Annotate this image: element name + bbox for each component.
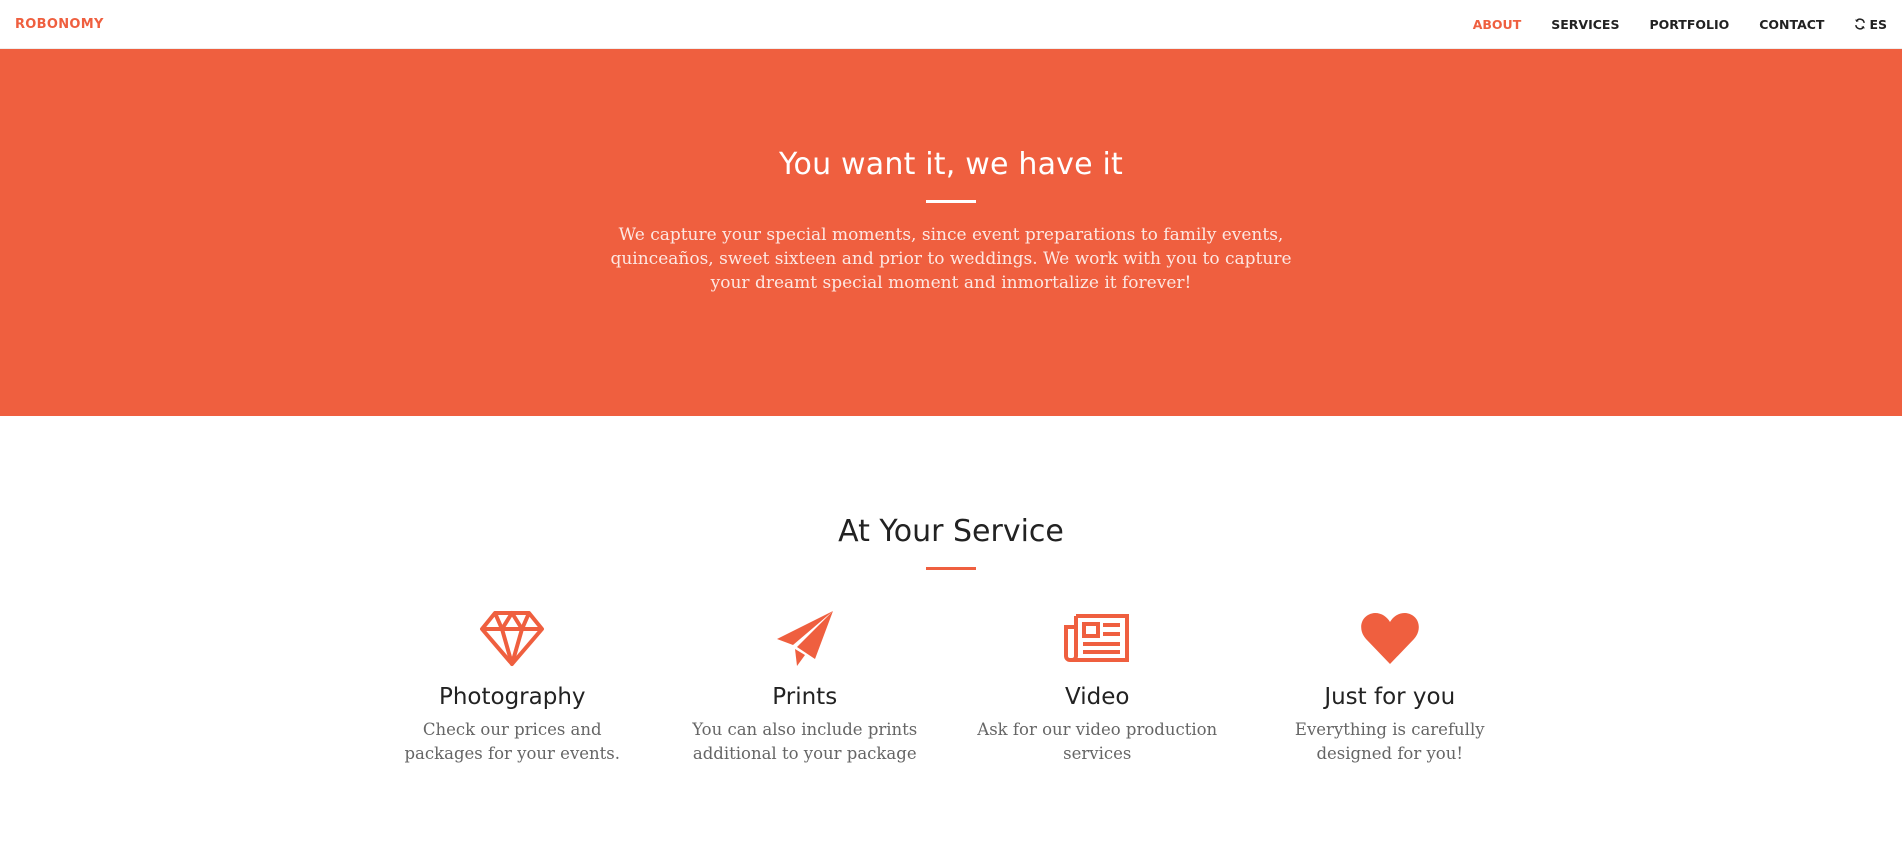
diamond-icon (366, 608, 659, 668)
service-title: Photography (438, 684, 586, 710)
service-title: Video (1065, 684, 1130, 710)
hero-title: You want it, we have it (778, 147, 1124, 182)
brand-logo-link[interactable]: ROBONOMY (15, 17, 104, 32)
paper-plane-icon (659, 608, 952, 668)
service-text: You can also include prints additional t… (692, 720, 918, 763)
hero-section: You want it, we have it We capture your … (0, 49, 1902, 416)
service-title: Just for you (1324, 684, 1456, 710)
service-video: Video Ask for our video production servi… (951, 608, 1244, 766)
service-text: Check our prices and packages for your e… (404, 720, 621, 763)
services-row: Photography Check our prices and package… (366, 608, 1536, 766)
newspaper-icon (951, 608, 1244, 668)
nav-item-contact[interactable]: CONTACT (1744, 0, 1839, 49)
top-navbar: ROBONOMY ABOUT SERVICES PORTFOLIO CONTAC… (0, 0, 1902, 49)
service-title: Prints (772, 684, 838, 710)
service-text: Ask for our video production services (977, 720, 1218, 763)
heart-icon (1244, 608, 1537, 668)
service-just-for-you: Just for you Everything is carefully des… (1244, 608, 1537, 766)
service-text: Everything is carefully designed for you… (1294, 720, 1485, 763)
main-nav: ABOUT SERVICES PORTFOLIO CONTACT ES (1458, 0, 1887, 49)
services-divider (926, 567, 976, 570)
nav-item-portfolio[interactable]: PORTFOLIO (1634, 0, 1744, 49)
language-label: ES (1869, 16, 1887, 32)
hero-text: We capture your special moments, since e… (610, 225, 1292, 293)
service-prints: Prints You can also include prints addit… (659, 608, 952, 766)
services-title: At Your Service (838, 514, 1064, 549)
language-switch-link[interactable]: ES (1839, 0, 1887, 49)
services-section: At Your Service Photography Check our pr… (0, 416, 1902, 867)
nav-item-about[interactable]: ABOUT (1458, 0, 1537, 49)
nav-item-services[interactable]: SERVICES (1536, 0, 1634, 49)
refresh-icon (1854, 18, 1866, 30)
hero-divider (926, 200, 976, 203)
service-photography: Photography Check our prices and package… (366, 608, 659, 766)
